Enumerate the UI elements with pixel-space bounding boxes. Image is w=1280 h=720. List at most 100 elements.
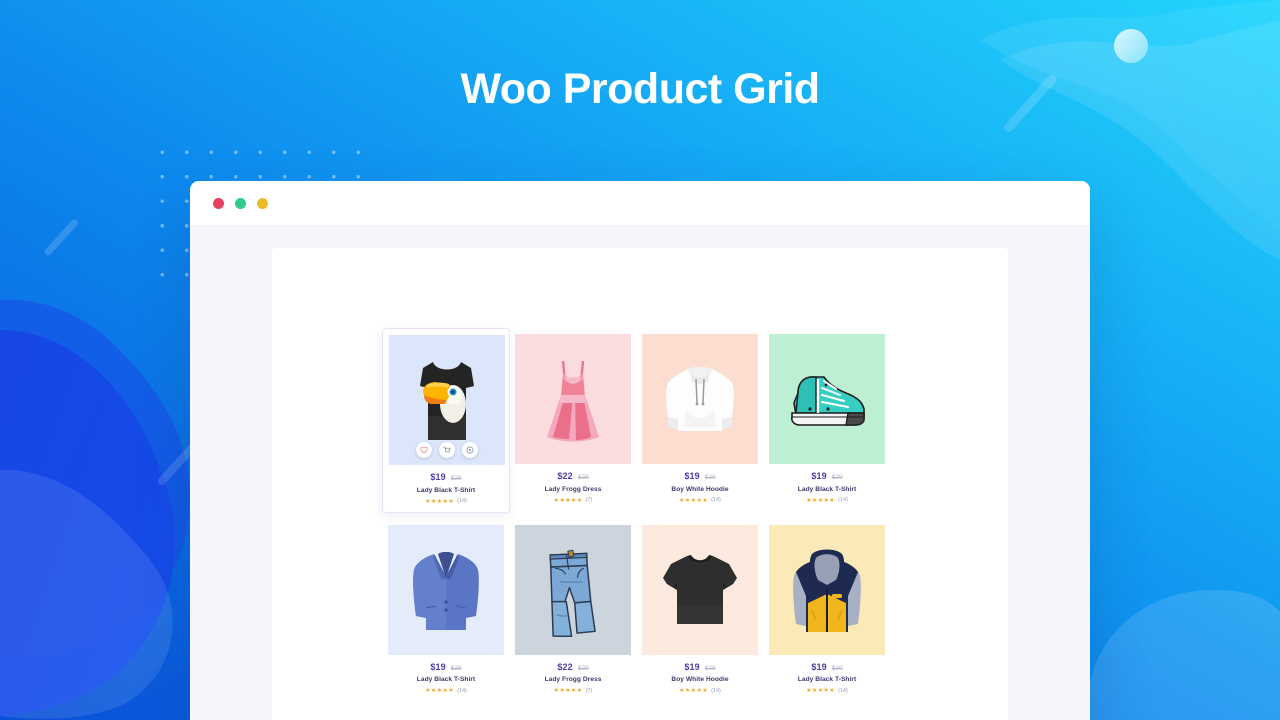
product-rating: ★★★★★ (7) (515, 497, 631, 504)
rating-stars: ★★★★★ (806, 497, 836, 504)
window-close-dot[interactable] (213, 197, 224, 209)
review-count: (14) (457, 498, 467, 504)
product-image[interactable] (642, 524, 758, 655)
product-card[interactable]: $19 $29 Lady Black T-Shirt ★★★★★ (14) (388, 524, 504, 695)
product-rating: ★★★★★ (14) (642, 497, 758, 504)
product-rating: ★★★★★ (14) (769, 497, 885, 504)
heart-icon (420, 446, 428, 454)
review-count: (14) (838, 497, 848, 503)
product-price-row: $19 $29 (769, 472, 885, 482)
rating-stars: ★★★★★ (425, 498, 455, 505)
product-card[interactable]: $19 $29 Lady Black T-Shirt ★★★★★ (14) (769, 524, 885, 695)
product-price-old: $29 (704, 664, 716, 672)
product-artwork-blue-blazer (408, 546, 484, 634)
product-rating: ★★★★★ (14) (769, 687, 885, 695)
browser-titlebar (190, 181, 1090, 225)
review-count: (14) (457, 687, 467, 694)
product-rating: ★★★★★ (14) (389, 498, 503, 505)
product-artwork-black-tshirt (657, 550, 743, 630)
product-artwork-white-hoodie (660, 359, 740, 439)
product-card[interactable]: $22 $29 Lady Frogg Dress ★★★★★ (7) (515, 334, 631, 513)
product-price-old: $29 (577, 664, 589, 672)
product-price-row: $19 $29 (769, 661, 885, 673)
product-price: $19 (811, 661, 827, 672)
window-maximize-dot[interactable] (257, 197, 268, 209)
review-count: (7) (585, 497, 593, 503)
product-hover-actions (389, 442, 505, 458)
product-info: $19 $29 Lady Black T-Shirt ★★★★★ (14) (769, 655, 885, 695)
product-price-row: $19 $29 (642, 662, 758, 673)
product-image[interactable] (515, 524, 631, 655)
product-rating: ★★★★★ (14) (388, 687, 504, 695)
eye-icon (466, 446, 474, 454)
browser-viewport: $19 $29 Lady Black T-Shirt ★★★★★ (14) $2… (190, 225, 1090, 720)
product-artwork-black-tank-top-toucan (415, 356, 479, 444)
cart-icon (443, 446, 451, 454)
product-price-row: $22 $29 (515, 472, 631, 482)
product-card[interactable]: $19 $29 Boy White Hoodie ★★★★★ (14) (642, 334, 758, 513)
product-info: $19 $29 Lady Black T-Shirt ★★★★★ (14) (389, 465, 503, 505)
product-price: $19 (684, 471, 700, 481)
product-name[interactable]: Boy White Hoodie (642, 676, 758, 683)
product-info: $19 $29 Lady Black T-Shirt ★★★★★ (14) (769, 464, 885, 504)
product-price: $19 (430, 661, 446, 672)
product-card[interactable]: $22 $29 Lady Frogg Dress ★★★★★ (7) (515, 524, 631, 695)
review-count: (14) (711, 687, 721, 694)
product-price-old: $29 (450, 664, 462, 672)
product-info: $22 $29 Lady Frogg Dress ★★★★★ (7) (515, 464, 631, 504)
product-name[interactable]: Lady Frogg Dress (515, 676, 631, 683)
product-name[interactable]: Boy White Hoodie (642, 486, 758, 493)
rating-stars: ★★★★★ (679, 688, 709, 694)
product-artwork-blue-jeans (536, 543, 610, 637)
product-price-row: $19 $29 (388, 661, 504, 673)
review-count: (14) (838, 687, 848, 694)
product-artwork-yellow-navy-jacket (786, 544, 868, 636)
rating-stars: ★★★★★ (553, 497, 583, 504)
rating-stars: ★★★★★ (425, 688, 455, 694)
product-name[interactable]: Lady Frogg Dress (515, 486, 631, 493)
product-price-old: $29 (577, 474, 589, 481)
product-artwork-teal-sneaker (784, 369, 870, 429)
product-info: $22 $29 Lady Frogg Dress ★★★★★ (7) (515, 655, 631, 695)
product-image[interactable] (515, 334, 631, 464)
product-image[interactable] (389, 335, 505, 465)
product-card[interactable]: $19 $29 Lady Black T-Shirt ★★★★★ (14) (382, 328, 510, 513)
cart-button[interactable] (439, 442, 455, 458)
rating-stars: ★★★★★ (806, 688, 836, 694)
product-info: $19 $29 Lady Black T-Shirt ★★★★★ (14) (388, 655, 504, 695)
product-name[interactable]: Lady Black T-Shirt (388, 676, 504, 683)
review-count: (14) (711, 497, 721, 503)
window-minimize-dot[interactable] (235, 197, 246, 209)
heart-button[interactable] (416, 442, 432, 458)
product-artwork-pink-dress (541, 353, 605, 445)
review-count: (7) (585, 687, 593, 694)
product-price-row: $19 $29 (389, 473, 503, 483)
product-grid: $19 $29 Lady Black T-Shirt ★★★★★ (14) $2… (382, 328, 892, 695)
product-name[interactable]: Lady Black T-Shirt (769, 486, 885, 493)
product-price-row: $19 $29 (642, 472, 758, 482)
product-rating: ★★★★★ (7) (515, 687, 631, 695)
rating-stars: ★★★★★ (553, 688, 583, 694)
product-card[interactable]: $19 $29 Lady Black T-Shirt ★★★★★ (14) (769, 334, 885, 513)
product-image[interactable] (642, 334, 758, 464)
product-rating: ★★★★★ (14) (642, 687, 758, 695)
product-price: $19 (430, 472, 446, 482)
product-name[interactable]: Lady Black T-Shirt (389, 487, 503, 494)
product-price-row: $22 $29 (515, 662, 631, 673)
product-info: $19 $29 Boy White Hoodie ★★★★★ (14) (642, 464, 758, 504)
product-name[interactable]: Lady Black T-Shirt (769, 676, 885, 683)
product-price-old: $29 (450, 475, 462, 482)
product-price: $22 (557, 471, 573, 481)
product-card[interactable]: $19 $29 Boy White Hoodie ★★★★★ (14) (642, 524, 758, 695)
product-info: $19 $29 Boy White Hoodie ★★★★★ (14) (642, 655, 758, 695)
product-image[interactable] (769, 524, 885, 655)
product-price-old: $29 (831, 474, 843, 481)
product-price-old: $29 (704, 474, 716, 481)
product-price-old: $29 (831, 664, 843, 672)
rating-stars: ★★★★★ (679, 497, 709, 504)
product-price: $19 (811, 471, 827, 481)
product-image[interactable] (769, 334, 885, 464)
eye-button[interactable] (462, 442, 478, 458)
browser-window: $19 $29 Lady Black T-Shirt ★★★★★ (14) $2… (190, 181, 1090, 720)
product-image[interactable] (388, 524, 504, 655)
